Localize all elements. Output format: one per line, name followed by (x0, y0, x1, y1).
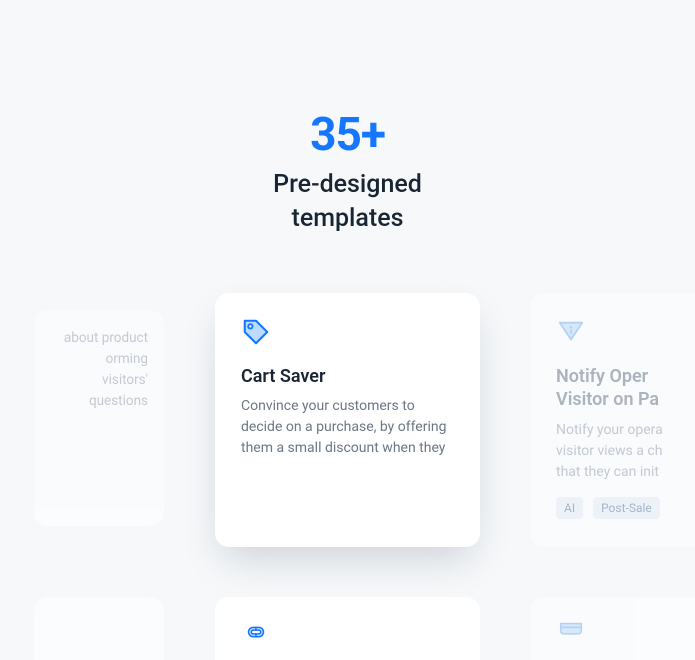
template-card-below-left[interactable] (34, 597, 164, 660)
template-card-prev-desc: about product orming visitors' questions (50, 328, 148, 412)
template-card-next-tags: AI Post-Sale (556, 497, 695, 519)
header-subtitle: Pre-designed templates (0, 168, 695, 236)
header-section: 35+ Pre-designed templates (0, 0, 695, 236)
template-card-next-title: Notify Oper Visitor on Pa (556, 365, 695, 412)
template-card-next[interactable]: Notify Oper Visitor on Pa Notify your op… (530, 293, 695, 547)
tag-ai: AI (556, 497, 583, 519)
template-card-prev[interactable]: about product orming visitors' questions (34, 310, 164, 526)
template-card-next-desc: Notify your opera visitor views a ch tha… (556, 420, 695, 483)
diamond-info-icon (556, 317, 586, 347)
template-card-below-center[interactable] (215, 597, 480, 660)
store-icon (556, 617, 586, 647)
tag-post-sale: Post-Sale (593, 497, 660, 519)
template-card-active-desc: Convince your customers to decide on a p… (241, 396, 454, 459)
subtitle-line2: templates (292, 204, 404, 233)
link-icon (241, 617, 271, 647)
template-card-below-right[interactable] (530, 597, 695, 660)
template-carousel[interactable]: about product orming visitors' questions… (0, 293, 695, 553)
template-row-next (0, 597, 695, 660)
price-tag-icon (241, 317, 271, 347)
template-card-active[interactable]: Cart Saver Convince your customers to de… (215, 293, 480, 547)
template-card-active-title: Cart Saver (241, 365, 454, 388)
template-count: 35+ (0, 108, 695, 162)
subtitle-line1: Pre-designed (273, 170, 422, 199)
